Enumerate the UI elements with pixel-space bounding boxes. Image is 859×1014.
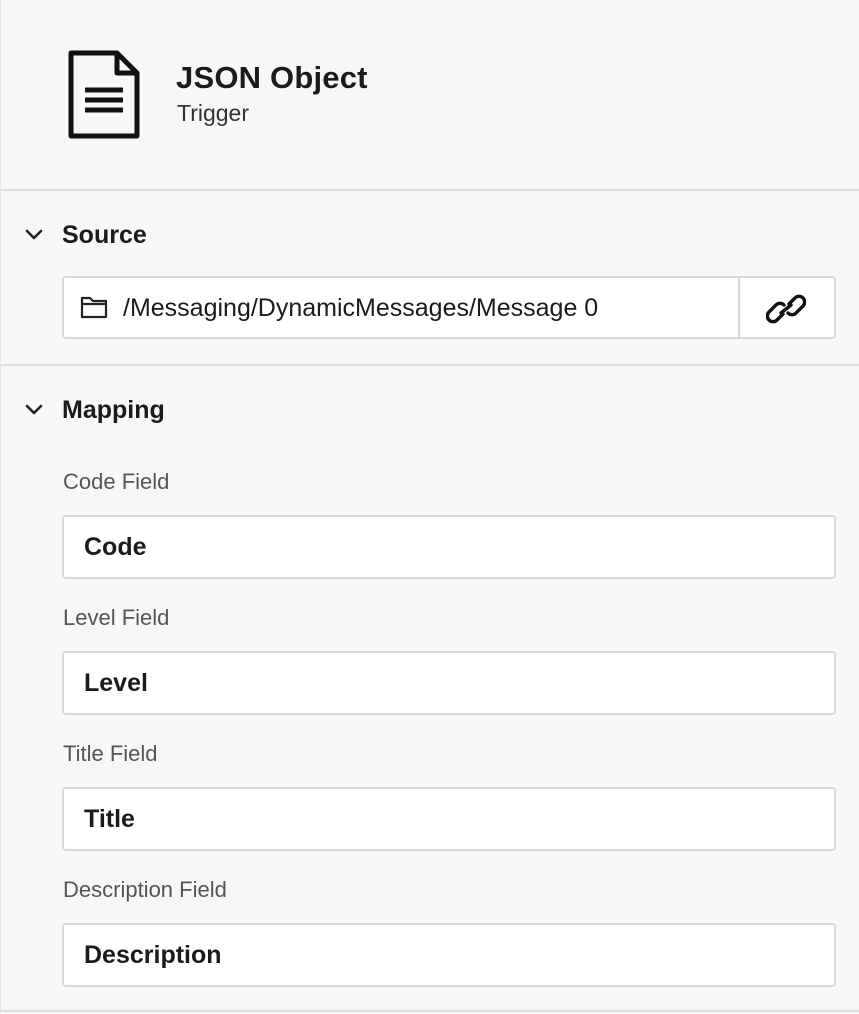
- properties-panel: JSON Object Trigger Source /Messaging/Dy…: [0, 0, 859, 1014]
- source-section-label: Source: [62, 221, 147, 249]
- source-section: Source /Messaging/DynamicMessages/Messag…: [1, 191, 859, 366]
- node-subtitle: Trigger: [177, 100, 249, 126]
- mapping-section-label: Mapping: [62, 396, 165, 424]
- level-field-label: Level Field: [63, 605, 170, 630]
- node-title: JSON Object: [176, 60, 368, 95]
- link-icon: [766, 294, 806, 324]
- title-field-input[interactable]: [62, 787, 836, 851]
- link-button[interactable]: [738, 278, 834, 337]
- source-path-selector[interactable]: /Messaging/DynamicMessages/Message 0: [64, 278, 738, 337]
- description-field-input[interactable]: [62, 923, 836, 987]
- description-field-label: Description Field: [63, 877, 227, 902]
- chevron-down-icon: [25, 229, 43, 240]
- mapping-section-toggle[interactable]: Mapping: [1, 366, 859, 456]
- panel-header: JSON Object Trigger: [1, 0, 859, 191]
- source-path-field: /Messaging/DynamicMessages/Message 0: [62, 276, 836, 339]
- code-field-input[interactable]: [62, 515, 836, 579]
- level-field-input[interactable]: [62, 651, 836, 715]
- source-path-text: /Messaging/DynamicMessages/Message 0: [123, 294, 599, 322]
- document-icon: [68, 50, 140, 139]
- mapping-section: Mapping Code Field Level Field Title Fie…: [1, 366, 859, 1012]
- source-section-toggle[interactable]: Source: [1, 191, 859, 281]
- code-field-label: Code Field: [63, 469, 170, 494]
- folder-icon: [80, 296, 108, 319]
- title-field-label: Title Field: [63, 741, 158, 766]
- chevron-down-icon: [25, 404, 43, 415]
